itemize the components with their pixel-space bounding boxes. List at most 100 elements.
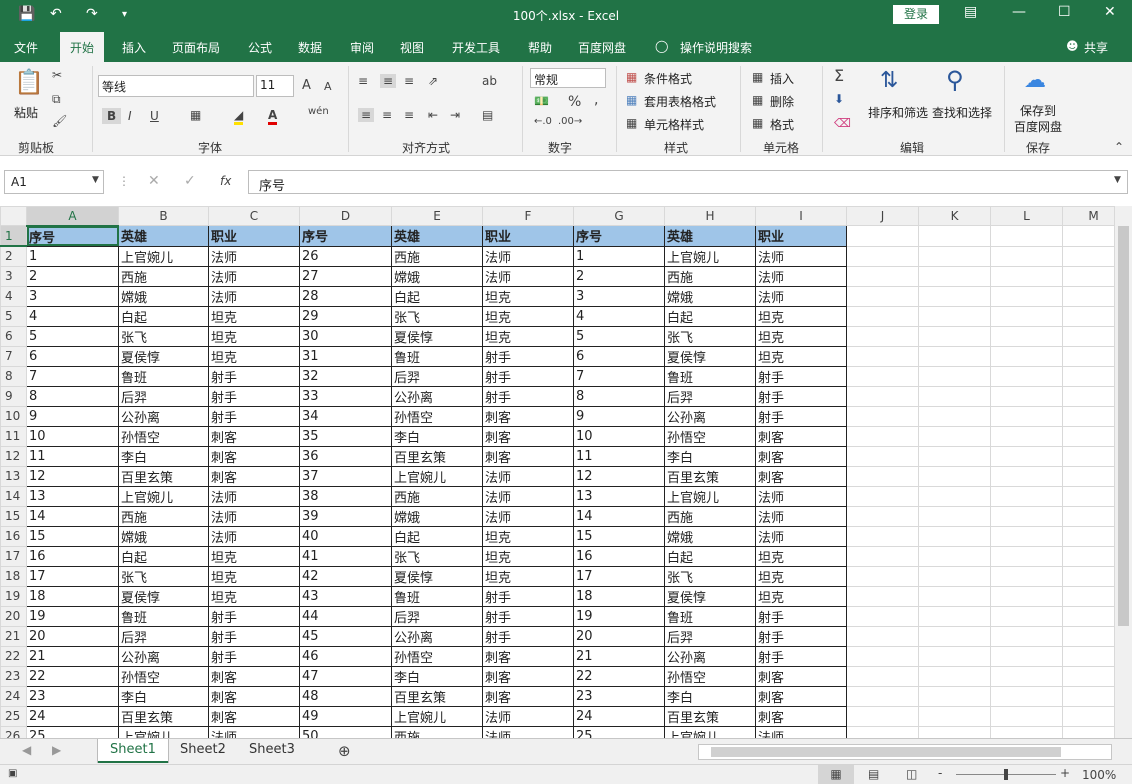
cell[interactable]: 9: [26, 405, 119, 427]
cell[interactable]: 张飞: [391, 305, 483, 327]
cell[interactable]: 夏侯惇: [391, 565, 483, 587]
enter-icon[interactable]: ✓: [184, 173, 196, 189]
cancel-icon[interactable]: ✕: [148, 173, 160, 189]
cell[interactable]: 刺客: [482, 445, 574, 467]
cell[interactable]: 48: [299, 685, 392, 707]
cell[interactable]: 白起: [391, 525, 483, 547]
tab-help[interactable]: 帮助: [528, 39, 552, 56]
cell[interactable]: 射手: [482, 605, 574, 627]
column-header[interactable]: B: [118, 206, 209, 226]
cell[interactable]: 公孙离: [118, 405, 209, 427]
cell[interactable]: [846, 665, 919, 687]
cell[interactable]: [846, 585, 919, 607]
cell[interactable]: [990, 525, 1063, 547]
cell[interactable]: 公孙离: [118, 645, 209, 667]
select-all-corner[interactable]: [0, 206, 27, 226]
cell[interactable]: [846, 365, 919, 387]
format-painter-icon[interactable]: 🖌: [52, 114, 67, 128]
cell[interactable]: 刺客: [755, 425, 847, 447]
zoom-slider-thumb[interactable]: [1004, 769, 1008, 780]
new-sheet-icon[interactable]: ⊕: [338, 742, 351, 760]
cell[interactable]: 夏侯惇: [664, 345, 756, 367]
cell[interactable]: 法师: [482, 505, 574, 527]
cell[interactable]: 法师: [755, 525, 847, 547]
cell[interactable]: 42: [299, 565, 392, 587]
cell[interactable]: 百里玄策: [664, 705, 756, 727]
cell[interactable]: 坦克: [755, 345, 847, 367]
cell[interactable]: 41: [299, 545, 392, 567]
vertical-scrollbar[interactable]: [1114, 206, 1132, 738]
cell[interactable]: 孙悟空: [664, 665, 756, 687]
cell[interactable]: 百里玄策: [391, 445, 483, 467]
column-header[interactable]: G: [573, 206, 665, 226]
align-middle-icon[interactable]: ≡: [380, 74, 397, 88]
worksheet-grid[interactable]: A B C D E F G H I J K L M 1 序号 英雄 职业 序号 英雄 职业 序号 英雄 职业 2 1 上官婉儿 法师…: [0, 206, 1125, 767]
column-header[interactable]: J: [846, 206, 919, 226]
cell[interactable]: [846, 605, 919, 627]
cell[interactable]: 法师: [208, 265, 300, 287]
cell[interactable]: 法师: [482, 245, 574, 267]
insert-cells-button[interactable]: 插入: [770, 70, 794, 87]
cell[interactable]: 38: [299, 485, 392, 507]
cell[interactable]: 8: [573, 385, 665, 407]
cell[interactable]: [918, 485, 991, 507]
cell[interactable]: 射手: [208, 385, 300, 407]
cell[interactable]: 射手: [482, 625, 574, 647]
cell[interactable]: 职业: [755, 225, 847, 247]
cell[interactable]: 嫦娥: [118, 285, 209, 307]
column-header[interactable]: D: [299, 206, 392, 226]
row-header[interactable]: 16: [0, 525, 27, 547]
row-header[interactable]: 14: [0, 485, 27, 507]
cell[interactable]: 19: [26, 605, 119, 627]
cell[interactable]: 射手: [755, 645, 847, 667]
name-box[interactable]: A1: [4, 170, 104, 194]
cell[interactable]: 射手: [208, 645, 300, 667]
cell[interactable]: 19: [573, 605, 665, 627]
cell[interactable]: 后羿: [664, 385, 756, 407]
cell[interactable]: 刺客: [755, 685, 847, 707]
cell[interactable]: 14: [26, 505, 119, 527]
cell[interactable]: 24: [26, 705, 119, 727]
cell[interactable]: 18: [26, 585, 119, 607]
save-to-netdisk-label2[interactable]: 百度网盘: [1014, 118, 1062, 135]
cell[interactable]: 刺客: [482, 665, 574, 687]
cell[interactable]: 孙悟空: [118, 665, 209, 687]
tab-baidu-netdisk[interactable]: 百度网盘: [578, 39, 626, 56]
cell[interactable]: 36: [299, 445, 392, 467]
cell[interactable]: 43: [299, 585, 392, 607]
cell[interactable]: 刺客: [482, 685, 574, 707]
cell[interactable]: 刺客: [755, 665, 847, 687]
cell[interactable]: [918, 465, 991, 487]
column-header[interactable]: L: [990, 206, 1063, 226]
cell[interactable]: 射手: [208, 605, 300, 627]
cell[interactable]: 刺客: [755, 445, 847, 467]
cell[interactable]: 公孙离: [664, 645, 756, 667]
cell[interactable]: [846, 425, 919, 447]
clear-icon[interactable]: ⌫: [834, 116, 851, 130]
cell[interactable]: 西施: [664, 505, 756, 527]
cell[interactable]: 坦克: [208, 345, 300, 367]
cell[interactable]: 12: [573, 465, 665, 487]
cell[interactable]: 西施: [664, 265, 756, 287]
cell[interactable]: [846, 225, 919, 247]
sort-filter-button[interactable]: 排序和筛选: [868, 104, 928, 121]
cell[interactable]: 5: [26, 325, 119, 347]
cell[interactable]: [846, 505, 919, 527]
fill-color-icon[interactable]: ◢: [234, 108, 244, 125]
cell[interactable]: 射手: [755, 405, 847, 427]
cell[interactable]: [990, 225, 1063, 247]
merge-center-icon[interactable]: ▤: [482, 108, 493, 122]
fill-icon[interactable]: ⬇: [834, 92, 844, 106]
cell[interactable]: 上官婉儿: [118, 485, 209, 507]
cell[interactable]: 后羿: [664, 625, 756, 647]
cell-styles-button[interactable]: 单元格样式: [644, 116, 704, 133]
wrap-text-button[interactable]: ab: [482, 74, 497, 88]
row-header[interactable]: 1: [0, 225, 27, 247]
cell[interactable]: 孙悟空: [391, 645, 483, 667]
cell[interactable]: 夏侯惇: [391, 325, 483, 347]
cell[interactable]: 法师: [208, 245, 300, 267]
cell[interactable]: 34: [299, 405, 392, 427]
cell[interactable]: 上官婉儿: [391, 705, 483, 727]
cell[interactable]: [918, 705, 991, 727]
cell[interactable]: [846, 525, 919, 547]
